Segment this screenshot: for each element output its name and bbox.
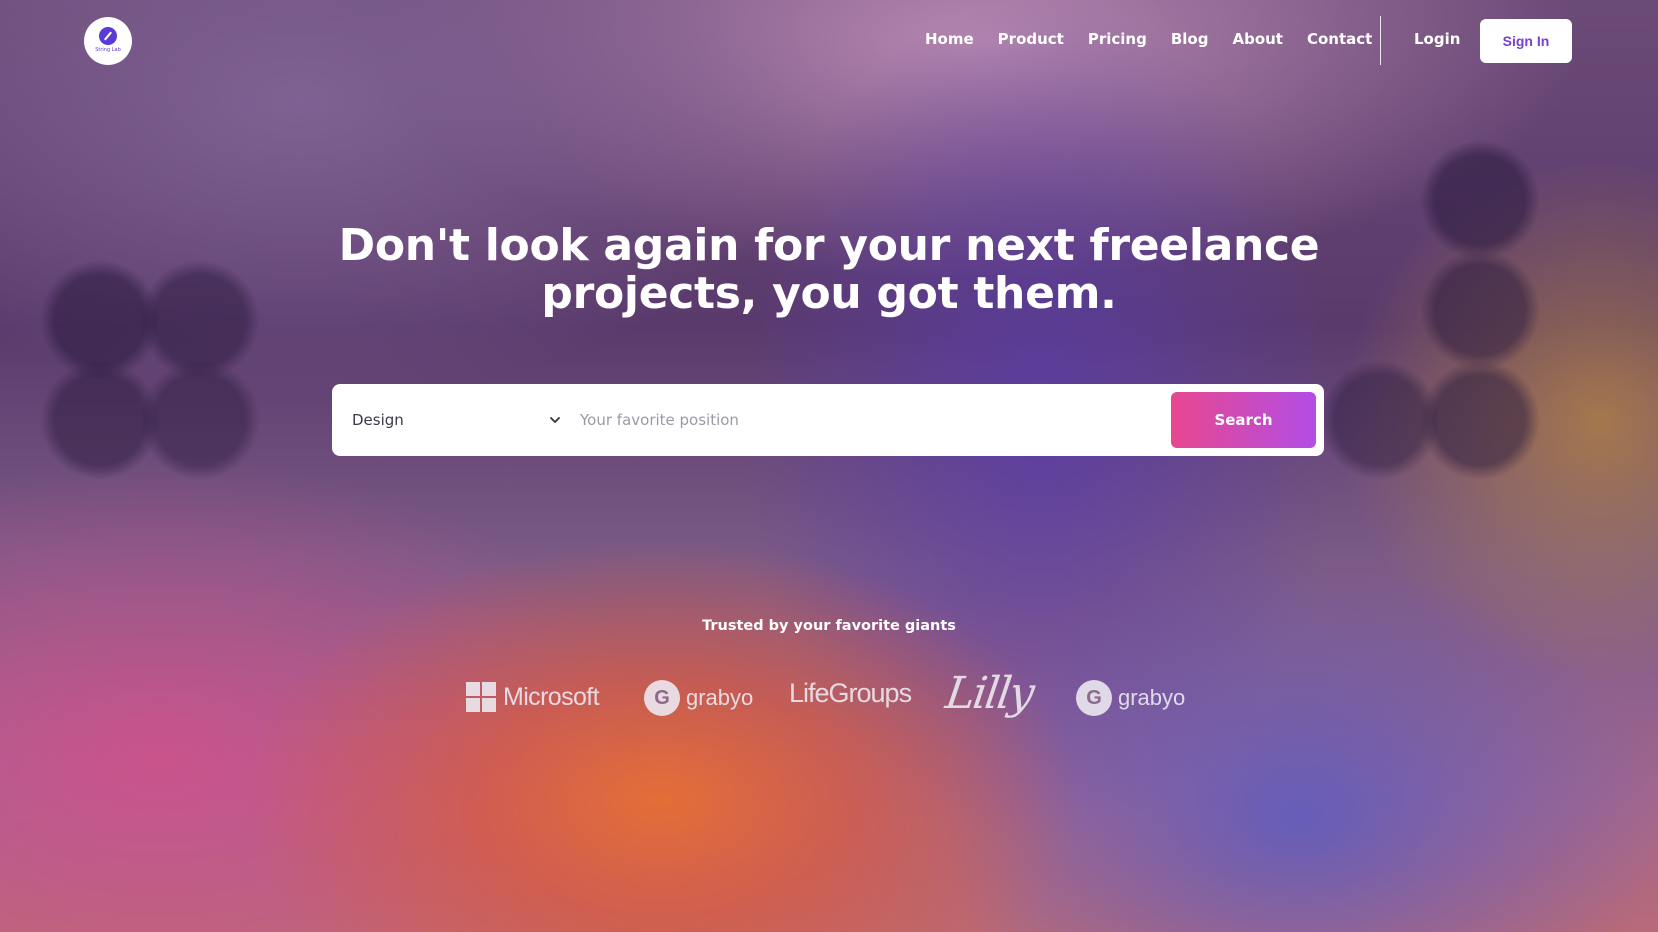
- site-header: String Lab Home Product Pricing Blog Abo…: [0, 0, 1658, 82]
- grabyo-icon: G: [644, 680, 680, 716]
- microsoft-logo: Microsoft: [466, 682, 600, 712]
- main-nav: Home Product Pricing Blog About Contact: [925, 30, 1396, 48]
- search-bar: Design Search: [332, 384, 1324, 456]
- sign-in-button[interactable]: Sign In: [1480, 19, 1572, 63]
- logo-mark-icon: [99, 27, 117, 45]
- hero-title: Don't look again for your next freelance…: [300, 222, 1358, 318]
- brand-name: Microsoft: [503, 682, 600, 711]
- nav-item-home[interactable]: Home: [925, 30, 974, 48]
- partner-logos: Microsoft G grabyo LifeGroups Lilly G gr…: [466, 668, 1226, 728]
- nav-divider: [1380, 16, 1381, 65]
- hero-title-line-2: projects, you got them.: [541, 268, 1117, 319]
- grabyo-icon: G: [1076, 680, 1112, 716]
- category-select-value: Design: [352, 411, 404, 429]
- brand-name: grabyo: [1118, 685, 1186, 710]
- brand-logo[interactable]: String Lab: [84, 17, 132, 65]
- grabyo-logo: G grabyo: [644, 680, 753, 716]
- microsoft-icon: [466, 682, 496, 712]
- lilly-logo: Lilly: [942, 668, 1035, 719]
- login-link[interactable]: Login: [1414, 30, 1460, 48]
- nav-item-product[interactable]: Product: [998, 30, 1064, 48]
- hero-title-line-1: Don't look again for your next freelance: [338, 220, 1320, 271]
- nav-item-about[interactable]: About: [1232, 30, 1283, 48]
- category-select[interactable]: Design: [352, 384, 562, 456]
- position-search-input[interactable]: [580, 402, 1120, 438]
- chevron-down-icon: [550, 417, 560, 423]
- brand-name: LifeGroups: [789, 678, 912, 708]
- lifegroups-logo: LifeGroups: [789, 678, 912, 709]
- search-button[interactable]: Search: [1171, 392, 1316, 448]
- nav-item-pricing[interactable]: Pricing: [1088, 30, 1147, 48]
- grabyo-logo: G grabyo: [1076, 680, 1185, 716]
- logo-text: String Lab: [95, 47, 121, 53]
- nav-item-contact[interactable]: Contact: [1307, 30, 1372, 48]
- trusted-label: Trusted by your favorite giants: [702, 618, 956, 634]
- brand-name: grabyo: [686, 685, 754, 710]
- background-image: [0, 0, 1658, 932]
- nav-item-blog[interactable]: Blog: [1171, 30, 1209, 48]
- brand-name: Lilly: [942, 668, 1036, 719]
